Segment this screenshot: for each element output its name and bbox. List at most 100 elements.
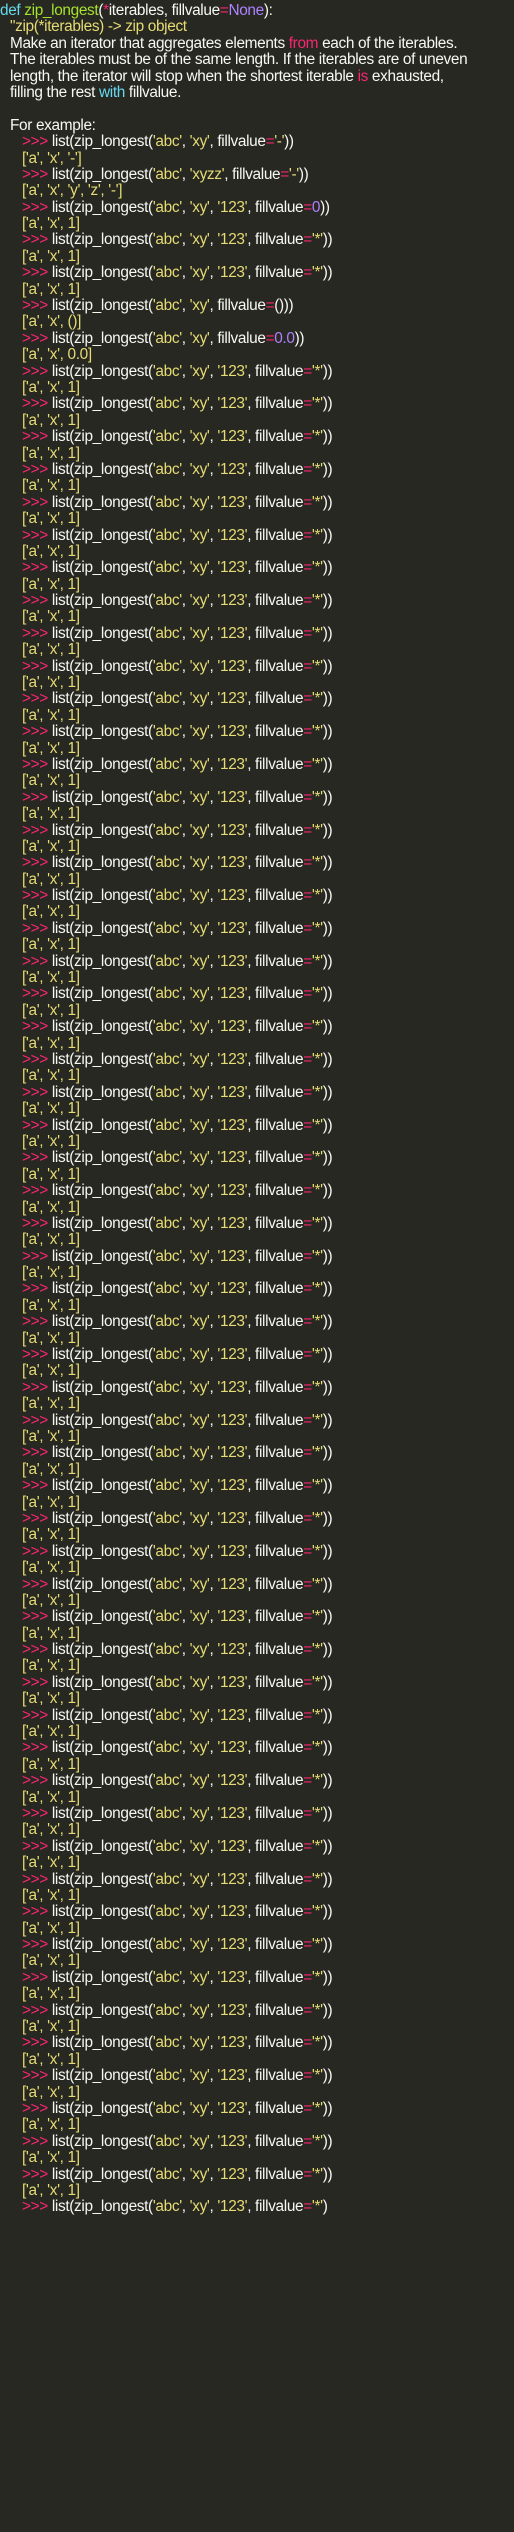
call-close: )) — [322, 855, 333, 872]
call-text: list(zip_longest( — [51, 2035, 153, 2052]
call-text: , fillvalue — [247, 1478, 304, 1495]
string-literal: 'xy' — [189, 1281, 210, 1298]
call-text: list(zip_longest( — [51, 134, 153, 151]
equals-operator: = — [303, 1248, 312, 1265]
string-literal: '123' — [217, 527, 248, 544]
fillvalue-arg: '*' — [311, 1150, 323, 1167]
string-literal: '123' — [217, 1609, 248, 1626]
doctest-prompt: >>> — [22, 1150, 48, 1167]
fillvalue-arg: '*' — [311, 756, 323, 773]
code-editor[interactable]: def zip_longest(*iterables, fillvalue=No… — [0, 0, 514, 2532]
equals-operator: = — [303, 625, 312, 642]
call-text: , — [181, 1740, 190, 1757]
doctest-output-line: ['a', 'x', 1] — [22, 1396, 80, 1413]
call-close: )) — [322, 1150, 333, 1167]
doctest-call-line: >>> list(zip_longest('abc', 'xy', '123',… — [0, 823, 514, 839]
doctest-prompt: >>> — [22, 1969, 48, 1986]
call-text: , fillvalue — [247, 888, 304, 905]
doctest-call-line: >>> list(zip_longest('abc', 'xy', '123',… — [0, 1970, 514, 1986]
call-close: )) — [322, 1019, 333, 1036]
call-text: , — [181, 691, 190, 708]
call-close: )) — [322, 756, 333, 773]
doctest-output-line: ['a', 'x', 1] — [22, 904, 80, 921]
call-text: list(zip_longest( — [51, 1445, 153, 1462]
call-close: )) — [322, 560, 333, 577]
string-literal: 'xy' — [189, 822, 210, 839]
doctest-output-line: ['a', 'x', 1] — [22, 216, 80, 233]
equals-operator: = — [303, 789, 312, 806]
string-literal: 'xy' — [189, 1445, 210, 1462]
fillvalue-arg: '*' — [311, 1609, 323, 1626]
equals-operator: = — [303, 1314, 312, 1331]
string-literal: '123' — [217, 1805, 248, 1822]
example-label: For example: — [10, 117, 96, 134]
doctest-prompt: >>> — [22, 1642, 48, 1659]
call-text: list(zip_longest( — [51, 1281, 153, 1298]
doctest-output-line: ['a', 'x', 1] — [22, 1199, 80, 1216]
string-literal: 'abc' — [152, 1445, 182, 1462]
call-text: list(zip_longest( — [51, 1904, 153, 1921]
equals-operator: = — [303, 756, 312, 773]
call-text: , fillvalue — [247, 1707, 304, 1724]
call-text: list(zip_longest( — [51, 1871, 153, 1888]
call-close: )) — [322, 1281, 333, 1298]
doctest-prompt: >>> — [22, 1478, 48, 1495]
call-text: , fillvalue — [247, 396, 304, 413]
doctest-prompt: >>> — [22, 1248, 48, 1265]
string-literal: '123' — [217, 1215, 248, 1232]
equals-operator: = — [303, 1543, 312, 1560]
string-literal: '123' — [217, 1248, 248, 1265]
fillvalue-arg: '*' — [311, 822, 323, 839]
call-text: , fillvalue — [247, 2101, 304, 2117]
call-text: , fillvalue — [247, 953, 304, 970]
doctest-prompt: >>> — [22, 855, 48, 872]
call-text: , fillvalue — [247, 1314, 304, 1331]
string-literal: 'abc' — [152, 1117, 182, 1134]
string-literal: 'xy' — [189, 1871, 210, 1888]
call-text: list(zip_longest( — [51, 560, 153, 577]
doctest-output-line: ['a', 'x', 1] — [22, 1986, 80, 2003]
call-text: , — [181, 1084, 190, 1101]
doctest-prompt: >>> — [22, 1117, 48, 1134]
call-text: , — [181, 1248, 190, 1265]
call-text: , — [181, 1904, 190, 1921]
call-close: )) — [322, 1314, 333, 1331]
doctest-call-line: >>> list(zip_longest('abc', 'xy', '123',… — [0, 1872, 514, 1888]
call-text: , fillvalue — [209, 134, 266, 151]
equals-operator: = — [303, 1707, 312, 1724]
string-literal: '123' — [217, 953, 248, 970]
fillvalue-arg: '*' — [311, 1314, 323, 1331]
doc-text: fillvalue. — [125, 84, 182, 101]
call-text: list(zip_longest( — [51, 1248, 153, 1265]
string-literal: 'abc' — [152, 986, 182, 1003]
call-text: , fillvalue — [247, 920, 304, 937]
doctest-call-line: >>> list(zip_longest('abc', 'xy', '123',… — [0, 757, 514, 773]
string-literal: 'abc' — [152, 1183, 182, 1200]
call-text: , fillvalue — [247, 625, 304, 642]
call-text: , fillvalue — [247, 1215, 304, 1232]
call-text: , fillvalue — [247, 527, 304, 544]
doctest-call-line: >>> list(zip_longest('abc', 'xy', '123',… — [0, 1577, 514, 1593]
doctest-call-line: >>> list(zip_longest('abc', 'xy', '123',… — [0, 1478, 514, 1494]
string-literal: 'abc' — [152, 1904, 182, 1921]
string-literal: 'xy' — [189, 1773, 210, 1790]
doctest-call-line: >>> list(zip_longest('abc', 'xy', fillva… — [0, 298, 514, 314]
equals-operator: = — [303, 658, 312, 675]
call-text: list(zip_longest( — [51, 1117, 153, 1134]
call-text: , — [181, 1215, 190, 1232]
equals-operator: = — [303, 1674, 312, 1691]
string-literal: 'abc' — [152, 1871, 182, 1888]
string-literal: 'abc' — [152, 2199, 182, 2216]
call-text: , — [181, 1412, 190, 1429]
call-close: )) — [322, 1183, 333, 1200]
equals-operator: = — [303, 1379, 312, 1396]
string-literal: '123' — [217, 756, 248, 773]
call-text: , — [181, 2133, 190, 2150]
string-literal: 'xy' — [189, 625, 210, 642]
call-text: , fillvalue — [247, 1019, 304, 1036]
string-literal: '123' — [217, 1281, 248, 1298]
doctest-prompt: >>> — [22, 1412, 48, 1429]
doctest-output-line: ['a', 'x', 1] — [22, 1265, 80, 1282]
doctest-call-line: >>> list(zip_longest('abc', 'xy', '123',… — [0, 200, 514, 216]
string-literal: 'xy' — [189, 986, 210, 1003]
